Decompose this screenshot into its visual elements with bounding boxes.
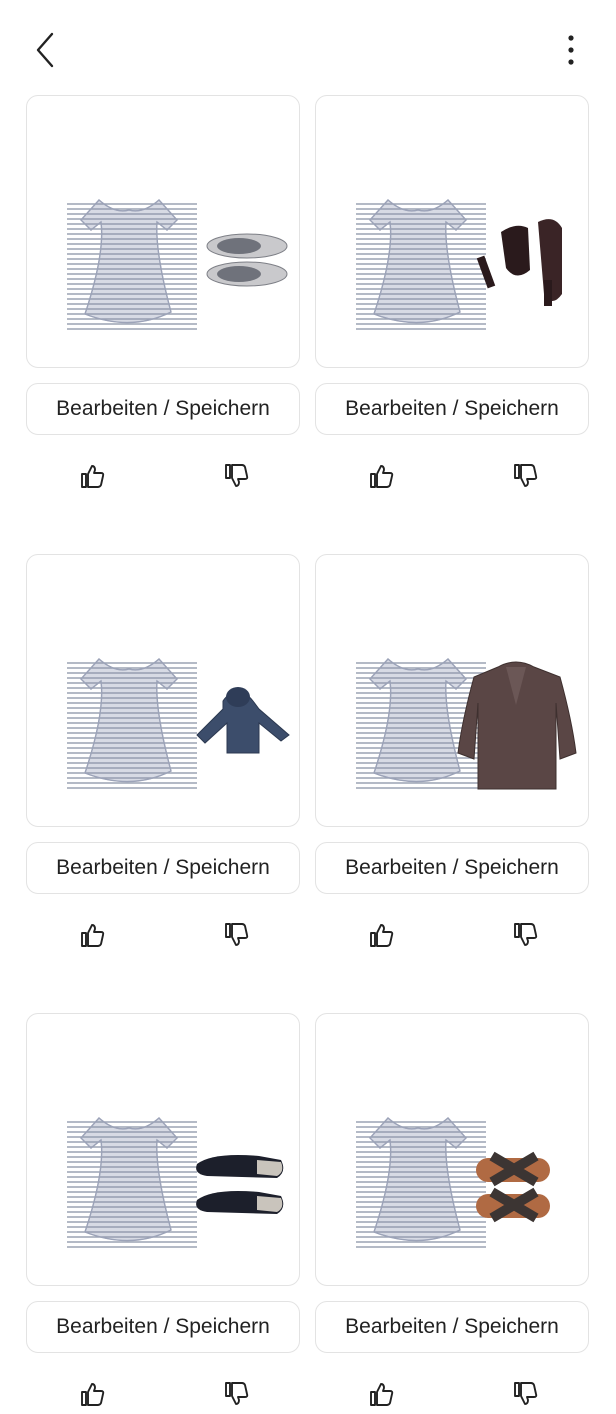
outfit-preview [67,1117,284,1248]
thumbs-down-icon[interactable] [510,1379,540,1409]
edit-save-button[interactable]: Bearbeiten / Speichern [315,383,589,435]
striped-dress-image [356,1117,486,1248]
sandals-image [476,1151,550,1223]
outfit-preview [67,658,290,789]
outfit-preview [356,199,562,330]
coat-image [457,661,577,790]
edit-save-button[interactable]: Bearbeiten / Speichern [26,842,300,894]
sneakers-image [206,233,288,287]
mules-image [196,1155,284,1214]
outfit-grid: Bearbeiten / Speichern Bearbeiten / Spei… [0,0,616,1406]
thumbs-down-icon[interactable] [221,920,251,950]
thumbs-down-icon[interactable] [221,461,251,491]
thumbs-up-icon[interactable] [366,461,396,491]
outfit-card[interactable] [26,1013,300,1286]
thumbs-up-icon[interactable] [77,1379,107,1409]
thumbs-down-icon[interactable] [221,1379,251,1409]
heels-image [476,219,562,306]
edit-save-button[interactable]: Bearbeiten / Speichern [26,383,300,435]
outfit-preview [356,1117,550,1248]
edit-save-button[interactable]: Bearbeiten / Speichern [315,1301,589,1353]
striped-dress-image [356,199,486,330]
outfit-card[interactable] [315,554,589,827]
outfit-card[interactable] [315,95,589,368]
thumbs-up-icon[interactable] [77,920,107,950]
thumbs-up-icon[interactable] [366,1379,396,1409]
thumbs-up-icon[interactable] [77,461,107,491]
hoodie-image [196,687,290,754]
striped-dress-image [67,199,197,330]
striped-dress-image [67,1117,197,1248]
edit-save-button[interactable]: Bearbeiten / Speichern [315,842,589,894]
outfit-preview [356,658,577,790]
outfit-card[interactable] [26,554,300,827]
thumbs-up-icon[interactable] [366,920,396,950]
edit-save-button[interactable]: Bearbeiten / Speichern [26,1301,300,1353]
outfit-card[interactable] [315,1013,589,1286]
thumbs-down-icon[interactable] [510,920,540,950]
outfit-preview [67,199,288,330]
striped-dress-image [67,658,197,789]
outfit-card[interactable] [26,95,300,368]
thumbs-down-icon[interactable] [510,461,540,491]
